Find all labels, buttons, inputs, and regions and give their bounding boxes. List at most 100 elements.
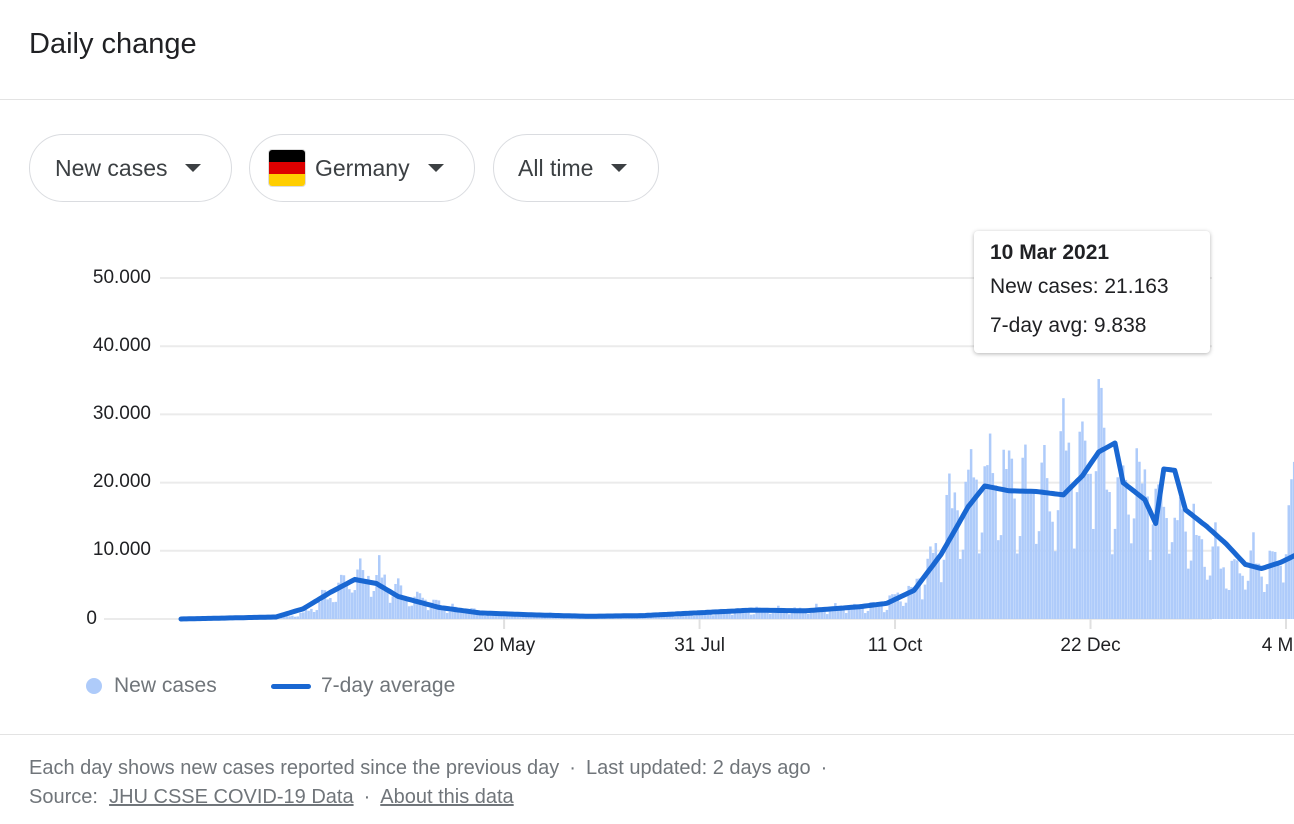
new-cases-bar — [307, 610, 310, 619]
new-cases-bar — [405, 599, 408, 619]
new-cases-bar — [880, 606, 883, 619]
new-cases-bar — [1197, 535, 1201, 619]
x-tick-label: 20 May — [472, 635, 536, 656]
legend-line-icon — [271, 683, 311, 689]
new-cases-bar — [711, 615, 715, 619]
new-cases-bar — [1143, 469, 1147, 619]
new-cases-bar — [940, 582, 943, 619]
new-cases-bar — [364, 579, 367, 619]
new-cases-bar — [980, 532, 984, 619]
x-tick-label: 4 Mar — [1261, 635, 1294, 656]
new-cases-bar — [1290, 479, 1293, 619]
new-cases-bar — [959, 558, 962, 619]
new-cases-bar — [752, 614, 756, 619]
new-cases-bar — [416, 591, 419, 619]
legend-item-average[interactable]: 7-day average — [271, 674, 455, 698]
new-cases-bar — [312, 611, 316, 619]
new-cases-bar — [358, 558, 362, 619]
new-cases-bar — [1029, 493, 1033, 619]
new-cases-bar — [733, 613, 737, 619]
new-cases-bar — [1159, 492, 1163, 619]
new-cases-bar — [1189, 560, 1193, 619]
new-cases-bar — [391, 596, 395, 619]
legend-label: 7-day average — [321, 674, 456, 697]
new-cases-bar — [1024, 444, 1027, 619]
footer-divider — [0, 734, 1294, 735]
last-updated: Last updated: 2 days ago — [585, 757, 811, 779]
new-cases-bar — [1225, 588, 1228, 619]
new-cases-bar — [1124, 479, 1128, 619]
separator: · — [363, 786, 371, 808]
new-cases-bar — [304, 609, 308, 619]
new-cases-bar — [1279, 565, 1282, 619]
new-cases-bar — [407, 606, 411, 619]
new-cases-bar — [1249, 550, 1253, 619]
new-cases-bar — [768, 613, 772, 619]
new-cases-bar — [426, 610, 430, 619]
new-cases-bar — [334, 601, 338, 619]
new-cases-bar — [1230, 560, 1234, 619]
new-cases-bar — [969, 449, 973, 619]
chart-plot[interactable] — [0, 0, 1294, 824]
new-cases-bar — [1035, 543, 1038, 619]
new-cases-bar — [1265, 584, 1269, 619]
new-cases-bar — [1151, 524, 1155, 619]
new-cases-bar — [318, 602, 321, 619]
new-cases-bar — [1092, 528, 1095, 619]
new-cases-bar — [388, 602, 392, 619]
new-cases-bar — [945, 494, 948, 619]
new-cases-bar — [483, 615, 487, 619]
new-cases-bar — [1132, 518, 1136, 619]
new-cases-bar — [1081, 421, 1084, 619]
new-cases-bar — [1054, 551, 1057, 619]
new-cases-bar — [692, 616, 696, 619]
new-cases-bar — [730, 614, 734, 619]
new-cases-bar — [920, 599, 924, 619]
legend-item-new-cases[interactable]: New cases — [86, 674, 217, 698]
new-cases-bar — [806, 613, 810, 619]
new-cases-bar — [1254, 563, 1258, 619]
new-cases-bar — [1268, 550, 1272, 619]
new-cases-bar — [942, 559, 946, 619]
new-cases-bar — [1260, 576, 1263, 619]
new-cases-bar — [342, 575, 346, 619]
new-cases-bar — [676, 616, 680, 619]
new-cases-bar — [356, 569, 359, 619]
new-cases-bar — [953, 492, 957, 619]
new-cases-bar — [1026, 491, 1030, 619]
new-cases-bar — [1100, 387, 1103, 619]
new-cases-bar — [1078, 431, 1081, 619]
new-cases-bar — [1173, 517, 1176, 619]
new-cases-bar — [899, 601, 902, 619]
about-data-link[interactable]: About this data — [380, 786, 513, 808]
new-cases-bar — [1282, 582, 1285, 619]
new-cases-bar — [999, 535, 1003, 619]
new-cases-bar — [410, 605, 414, 619]
new-cases-bar — [464, 613, 468, 619]
new-cases-bar — [964, 481, 967, 619]
x-tick-label: 31 Jul — [674, 635, 725, 656]
new-cases-bar — [1227, 589, 1231, 619]
new-cases-bar — [1108, 492, 1111, 619]
new-cases-bar — [296, 616, 300, 619]
separator: · — [820, 757, 828, 779]
new-cases-bar — [1097, 379, 1100, 619]
source-link[interactable]: JHU CSSE COVID-19 Data — [109, 786, 354, 808]
new-cases-bar — [1059, 431, 1062, 619]
new-cases-bar — [339, 574, 343, 619]
new-cases-bar — [1105, 489, 1109, 619]
new-cases-bar — [326, 599, 329, 619]
new-cases-bar — [1013, 498, 1016, 619]
new-cases-bar — [1162, 506, 1166, 619]
new-cases-bar — [978, 553, 981, 619]
new-cases-bar — [291, 615, 294, 619]
new-cases-bar — [1062, 398, 1065, 619]
new-cases-bar — [1010, 458, 1014, 619]
new-cases-bar — [1284, 554, 1288, 619]
new-cases-bar — [809, 613, 813, 619]
new-cases-bar — [1170, 542, 1174, 619]
new-cases-bar — [1140, 483, 1144, 619]
new-cases-bar — [1130, 543, 1133, 619]
new-cases-bar — [728, 612, 731, 619]
new-cases-bar — [991, 473, 995, 619]
